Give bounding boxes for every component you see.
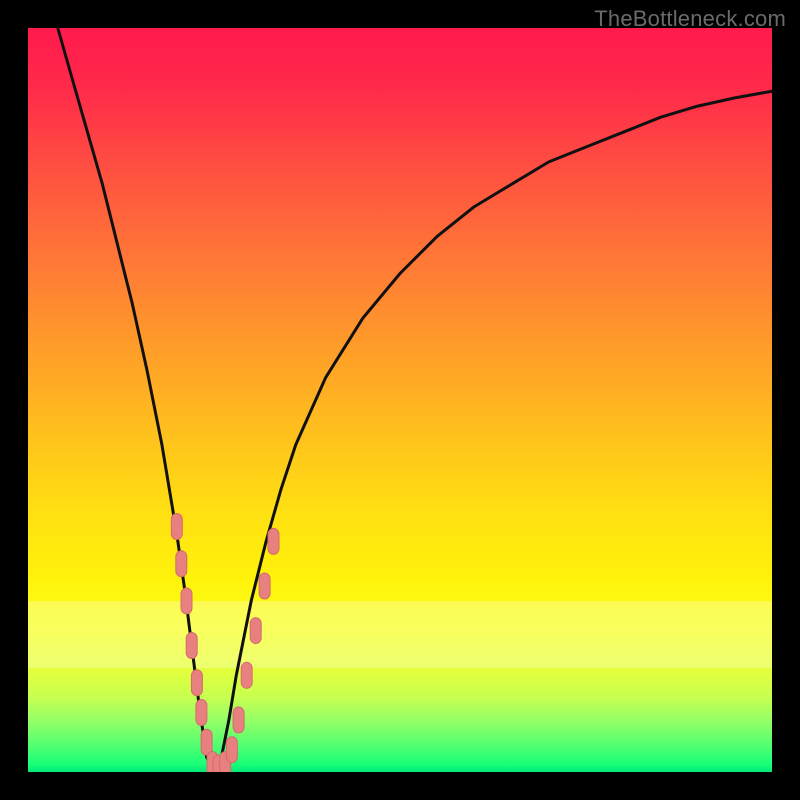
datapoint-marker: [241, 662, 252, 688]
bottleneck-curve-path: [58, 28, 772, 772]
datapoint-marker: [186, 633, 197, 659]
chart-svg: [28, 28, 772, 772]
datapoint-marker: [181, 588, 192, 614]
datapoint-marker: [196, 700, 207, 726]
datapoint-marker: [171, 514, 182, 540]
datapoint-marker: [176, 551, 187, 577]
datapoint-marker: [226, 737, 237, 763]
datapoint-marker: [191, 670, 202, 696]
watermark-text: TheBottleneck.com: [594, 6, 786, 32]
bottleneck-curve: [58, 28, 772, 772]
datapoint-marker: [268, 528, 279, 554]
datapoint-marker: [259, 573, 270, 599]
plot-area: [28, 28, 772, 772]
datapoint-marker: [201, 729, 212, 755]
outer-black-frame: TheBottleneck.com: [0, 0, 800, 800]
datapoint-marker: [250, 618, 261, 644]
datapoint-marker: [233, 707, 244, 733]
